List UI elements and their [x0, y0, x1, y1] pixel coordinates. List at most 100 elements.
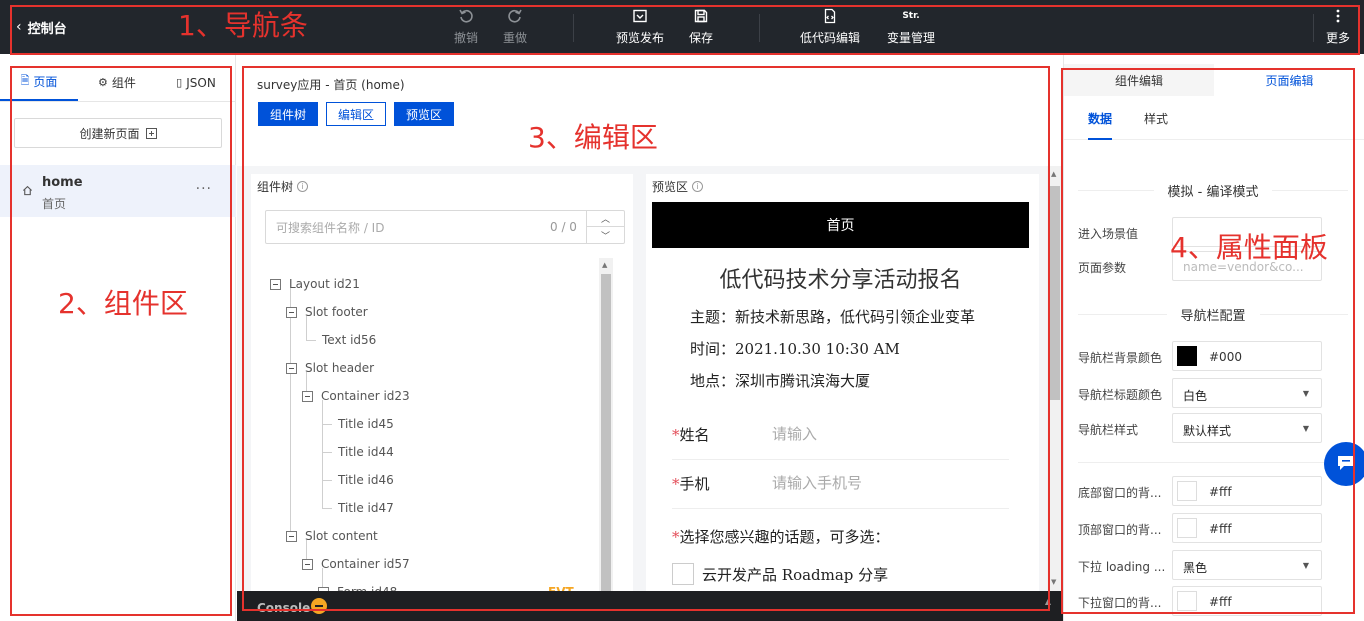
collapse-icon[interactable]	[302, 390, 313, 402]
editor-scrollbar[interactable]: ▲ ▼	[1047, 166, 1063, 591]
preview-title: 预览区 i	[652, 178, 704, 195]
top-bg-color-picker[interactable]: #fff	[1172, 513, 1322, 543]
top-bg-label: 顶部窗口的背...	[1078, 523, 1162, 537]
tree-node-label: Title id46	[338, 473, 394, 487]
info-icon[interactable]: i	[692, 181, 704, 192]
nav-bg-color-picker[interactable]: #000	[1172, 341, 1322, 371]
pull-loading-select[interactable]: 黑色 ▼	[1172, 550, 1322, 580]
color-swatch[interactable]	[1177, 481, 1197, 501]
caret-down-icon: ▼	[1302, 561, 1309, 570]
collapse-icon[interactable]	[270, 278, 281, 290]
book-icon: ▯	[176, 76, 183, 89]
redo-button[interactable]: 重做	[483, 6, 547, 48]
prop-nav-title-color: 导航栏标题颜色 白色 ▼	[1078, 378, 1364, 408]
caret-up-icon[interactable]: ▲	[1045, 597, 1051, 606]
subtab-style[interactable]: 样式	[1144, 110, 1168, 140]
top-bg-value: #fff	[1209, 522, 1232, 536]
tree-node-label: Title id47	[338, 501, 394, 515]
topic-option[interactable]: 云开发产品 Roadmap 分享	[672, 562, 888, 586]
prop-page-params: 页面参数	[1078, 251, 1364, 281]
prop-pull-loading: 下拉 loading ... 黑色 ▼	[1078, 550, 1364, 580]
lowcode-edit-button[interactable]: 低代码编辑	[798, 6, 862, 48]
component-panel: 🗎 页面 ⚙ 组件 ▯ JSON 创建新页面 home 首页 ···	[0, 54, 236, 621]
tag-preview-area[interactable]: 预览区	[394, 102, 454, 126]
console-badge-icon	[311, 598, 327, 614]
tree-node[interactable]: Title id47	[338, 498, 394, 518]
enter-scene-label: 进入场景值	[1078, 227, 1139, 241]
bottom-bg-color-picker[interactable]: #fff	[1172, 476, 1322, 506]
ellipsis-icon[interactable]: ···	[196, 181, 212, 197]
collapse-icon[interactable]	[302, 558, 313, 570]
preview-publish-button[interactable]: 预览发布	[608, 6, 672, 48]
nav-style-select[interactable]: 默认样式 ▼	[1172, 413, 1322, 443]
subtab-data[interactable]: 数据	[1088, 110, 1113, 140]
tree-node-label: Slot content	[305, 529, 378, 543]
search-next-icon[interactable]: ﹀	[586, 227, 624, 243]
color-swatch[interactable]	[1177, 346, 1197, 366]
tree-node[interactable]: Title id44	[338, 442, 394, 462]
pull-bg-color-picker[interactable]: #fff	[1172, 586, 1322, 616]
variable-manage-button[interactable]: Str. 变量管理	[879, 6, 943, 48]
tree-node[interactable]: Layout id21	[270, 274, 360, 294]
topic-question-text: 选择您感兴趣的话题，可多选：	[679, 528, 890, 546]
tree-node[interactable]: Text id56	[322, 330, 376, 350]
bottom-bg-value: #fff	[1209, 485, 1232, 499]
tab-components[interactable]: ⚙ 组件	[78, 64, 156, 101]
create-new-page-button[interactable]: 创建新页面	[14, 118, 222, 148]
tree-guide-line	[306, 340, 316, 341]
tree-node[interactable]: Container id57	[302, 554, 410, 574]
back-to-console-button[interactable]: ‹ 控制台	[16, 18, 67, 37]
save-button[interactable]: 保存	[669, 6, 733, 48]
required-mark: *	[672, 528, 680, 546]
search-result-count: 0 / 0	[550, 220, 577, 234]
more-button[interactable]: 更多	[1306, 6, 1364, 48]
name-input[interactable]	[772, 422, 992, 446]
prop-nav-bg-color: 导航栏背景颜色 #000	[1078, 341, 1364, 371]
tree-scrollbar[interactable]: ▲	[599, 258, 613, 621]
scrollbar-thumb[interactable]	[1050, 186, 1060, 400]
preview-publish-icon	[632, 6, 648, 26]
page-params-box	[1172, 251, 1322, 281]
tab-pages[interactable]: 🗎 页面	[0, 64, 78, 101]
page-subtitle: 首页	[42, 197, 67, 211]
tab-page-edit[interactable]: 页面编辑	[1214, 64, 1364, 96]
color-swatch[interactable]	[1177, 591, 1197, 611]
scrollbar-thumb[interactable]	[601, 274, 611, 614]
topic-checkbox[interactable]	[672, 563, 694, 585]
search-prev-icon[interactable]: ︿	[586, 211, 624, 227]
page-list-item-home[interactable]: home 首页 ···	[0, 165, 236, 217]
top-navigation-bar: ‹ 控制台 撤销 重做 预览发布 保存 低代码编辑 Str. 变量管理 更多	[0, 0, 1364, 54]
tree-node[interactable]: Container id23	[302, 386, 410, 406]
create-new-page-label: 创建新页面	[79, 126, 140, 141]
chevron-left-icon: ‹	[16, 19, 22, 35]
collapse-icon[interactable]	[286, 530, 297, 542]
caret-down-icon: ▼	[1302, 389, 1309, 398]
phone-input[interactable]	[772, 471, 992, 495]
page-params-input[interactable]	[1183, 259, 1313, 275]
tree-node[interactable]: Title id45	[338, 414, 394, 434]
tree-node[interactable]: Slot footer	[286, 302, 368, 322]
scroll-up-icon[interactable]: ▲	[1051, 170, 1056, 178]
tree-node[interactable]: Title id46	[338, 470, 394, 490]
collapse-icon[interactable]	[286, 306, 297, 318]
tab-json[interactable]: ▯ JSON	[156, 64, 236, 101]
scroll-up-icon[interactable]: ▲	[602, 261, 607, 269]
tree-node[interactable]: Slot header	[286, 358, 374, 378]
tree-node[interactable]: Slot content	[286, 526, 378, 546]
tree-search-input[interactable]	[276, 219, 536, 237]
tab-component-edit[interactable]: 组件编辑	[1064, 64, 1214, 96]
scroll-down-icon[interactable]: ▼	[1051, 578, 1056, 586]
color-swatch[interactable]	[1177, 518, 1197, 538]
collapse-icon[interactable]	[286, 362, 297, 374]
enter-scene-select[interactable]	[1172, 217, 1322, 247]
console-bar[interactable]: Console ▲	[237, 591, 1063, 621]
info-icon[interactable]: i	[297, 181, 309, 192]
nav-title-color-select[interactable]: 白色 ▼	[1172, 378, 1322, 408]
tag-edit-area[interactable]: 编辑区	[326, 102, 386, 126]
chat-button[interactable]	[1324, 442, 1364, 486]
section-mock-title: 模拟 - 编译模式	[1167, 184, 1259, 200]
nav-style-label: 导航栏样式	[1078, 423, 1139, 437]
tree-node-label: Slot footer	[305, 305, 368, 319]
tag-component-tree[interactable]: 组件树	[258, 102, 318, 126]
save-icon	[693, 6, 709, 26]
